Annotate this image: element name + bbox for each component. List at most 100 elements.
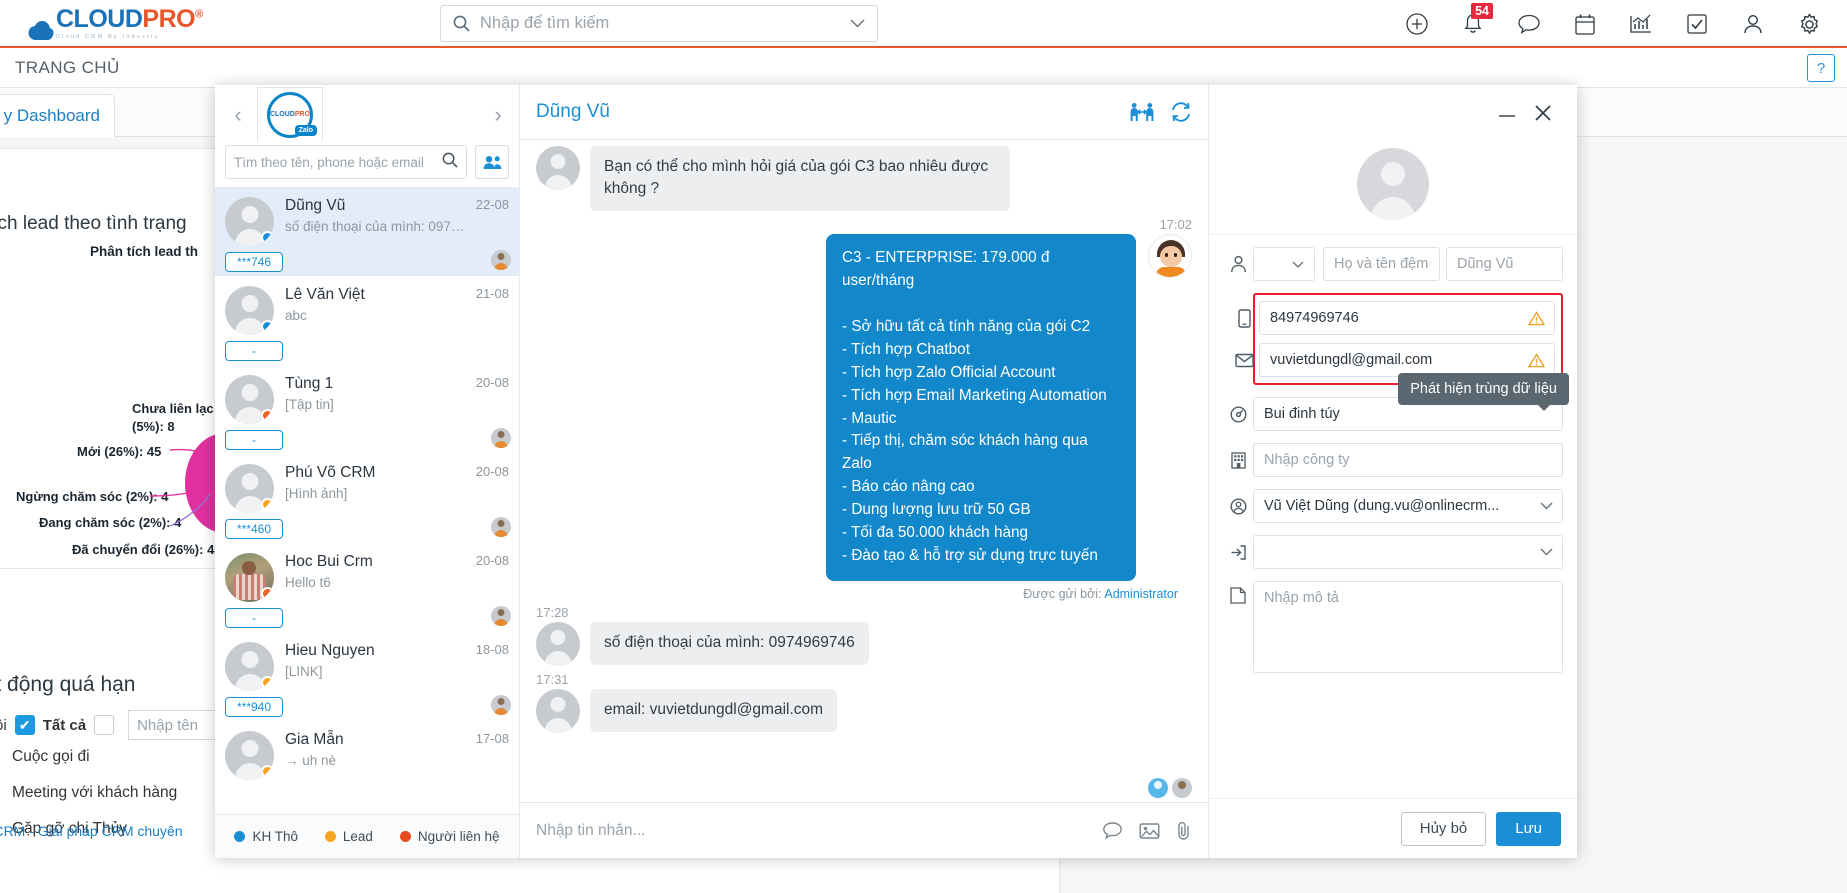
chevron-right-icon[interactable]: › [481,93,515,137]
help-icon[interactable]: ? [1807,54,1835,82]
gear-icon[interactable] [1781,0,1837,48]
building-icon [1223,451,1253,469]
global-search[interactable] [440,5,878,42]
user-icon[interactable] [1725,0,1781,48]
group-filter-icon[interactable] [475,145,509,179]
status-dot [261,587,274,600]
sent-by-name[interactable]: Administrator [1104,587,1178,601]
tab-my-dashboard[interactable]: y Dashboard [0,94,115,137]
search-icon[interactable] [442,152,458,173]
message-bubble: C3 - ENTERPRISE: 179.000 đ user/tháng - … [826,233,1136,582]
activity-row-1[interactable]: Meeting với khách hàng [0,784,177,802]
filter-mine-checkbox[interactable]: ✔ [14,715,35,735]
calendar-icon[interactable] [1557,0,1613,48]
list-item-time: 20-08 [475,375,509,390]
attachment-icon[interactable] [1176,821,1192,840]
emoji-icon[interactable] [1102,821,1123,840]
chart-title: hân tích lead theo tình trạng [0,213,187,234]
channel-tab-zalo[interactable]: CLOUDPRO Zalo [257,87,323,143]
status-badge[interactable]: - [225,430,283,450]
list-item[interactable]: Phú Võ CRM [Hình ảnh] 20-08 ***460 [215,454,519,543]
typing-indicator-avatars [1148,778,1192,798]
assignee-avatar [491,428,511,448]
list-item[interactable]: Hieu Nguyen [LINK] 18-08 ***940 [215,632,519,721]
list-item-time: 17-08 [475,731,509,746]
phone-value: 84974969746 [1270,310,1359,326]
list-item-time: 20-08 [475,553,509,568]
avatar [225,375,274,424]
message-row-incoming: số điện thoại của mình: 0974969746 [536,622,1192,667]
image-icon[interactable] [1139,822,1160,840]
list-item-preview: Hello t6 [285,575,331,590]
breadcrumb[interactable]: TRANG CHỦ [15,58,120,78]
status-badge[interactable]: ***940 [225,697,283,717]
activity-row-0[interactable]: Cuộc gọi đi [0,748,90,766]
phone-field[interactable]: 84974969746 [1259,301,1555,335]
list-item[interactable]: Tùng 1 [Tập tin] 20-08 - [215,365,519,454]
checkbox-task-icon[interactable] [1669,0,1725,48]
conversation-search[interactable] [225,145,467,179]
status-dot [261,320,274,333]
list-item[interactable]: Hoc Bui Crm Hello t6 20-08 - [215,543,519,632]
message-list[interactable]: Bạn có thể cho mình hỏi giá của gói C3 b… [520,140,1208,802]
avatar [225,197,274,246]
assign-agent-icon[interactable] [1130,102,1154,122]
logo-tagline: Cloud CRM By Industry [56,33,160,40]
refresh-icon[interactable] [1170,102,1192,122]
source-select[interactable] [1253,535,1563,569]
contact-avatar [1357,148,1429,220]
conversation-list[interactable]: Dũng Vũ số điện thoại của mình: 09749...… [215,187,519,814]
description-textarea[interactable]: Nhập mô tả [1253,581,1563,673]
list-item-preview: [Hình ảnh] [285,486,348,501]
list-item-name: Dũng Vũ [285,197,346,214]
logo-wordmark: CLOUDPRO® [56,4,203,33]
zalo-logo-text: CLOUDPRO [269,111,311,118]
plus-circle-icon[interactable] [1389,0,1445,48]
analytics-icon[interactable] [1613,0,1669,48]
form-row-name: Họ và tên đệm Dũng Vũ [1223,247,1563,281]
last-name-field[interactable]: Dũng Vũ [1446,247,1563,281]
form-row-owner: Vũ Việt Dũng (dung.vu@onlinecrm... [1223,489,1563,523]
import-icon [1223,544,1253,561]
message-bubble: email: vuvietdungdl@gmail.com [590,689,838,732]
save-button[interactable]: Lưu [1496,811,1561,846]
app-logo[interactable]: CLOUDPRO® Cloud CRM By Industry [28,5,203,42]
status-badge[interactable]: - [225,608,283,628]
list-item[interactable]: Gia Mẫn → uh nè 17-08 [215,721,519,784]
status-badge[interactable]: - [225,341,283,361]
company-field[interactable]: Nhập công ty [1253,443,1563,477]
message-composer[interactable] [520,802,1208,858]
avatar [225,553,274,602]
list-item-preview: abc [285,308,307,323]
owner-select[interactable]: Vũ Việt Dũng (dung.vu@onlinecrm... [1253,489,1563,523]
chevron-down-icon[interactable] [1540,502,1553,510]
chat-header: Dũng Vũ [520,85,1208,140]
filter-all-checkbox[interactable] [94,715,115,735]
message-input[interactable] [536,821,1086,840]
status-badge[interactable]: ***460 [225,519,283,539]
email-field[interactable]: vuvietdungdl@gmail.com [1259,343,1555,377]
warning-icon[interactable] [1528,352,1545,368]
chat-bubble-icon[interactable] [1501,0,1557,48]
assignee-avatar [491,250,511,270]
cancel-button[interactable]: Hủy bỏ [1400,811,1487,846]
first-name-field[interactable]: Họ và tên đệm [1323,247,1440,281]
chevron-left-icon[interactable]: ‹ [221,93,255,137]
list-item[interactable]: Lê Văn Việt abc 21-08 - [215,276,519,365]
search-input[interactable] [480,14,850,33]
warning-icon[interactable] [1528,310,1545,326]
list-item[interactable]: Dũng Vũ số điện thoại của mình: 09749...… [215,187,519,276]
minimize-icon[interactable] [1489,95,1525,131]
avatar [536,689,580,734]
name-prefix-select[interactable] [1253,247,1315,281]
bell-icon[interactable]: 54 [1445,0,1501,48]
status-badge[interactable]: ***746 [225,252,283,272]
conversation-search-input[interactable] [234,154,442,170]
message-bubble: Bạn có thể cho mình hỏi giá của gói C3 b… [590,146,1010,211]
chevron-down-icon[interactable] [1540,548,1553,556]
assignee-avatar [491,517,511,537]
chevron-down-icon[interactable] [850,15,865,32]
chevron-down-icon [1292,257,1304,271]
chart-subtitle: Phân tích lead th [90,244,199,259]
close-icon[interactable] [1525,95,1561,131]
